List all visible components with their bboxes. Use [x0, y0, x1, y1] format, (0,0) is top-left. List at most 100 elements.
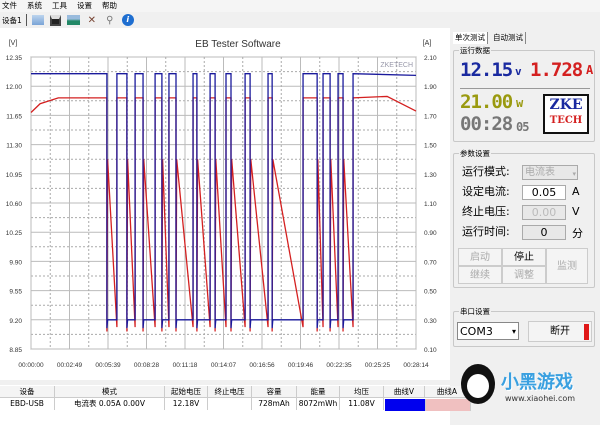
- y-tick-left: 9.90: [9, 259, 22, 266]
- y-tick-right: 1.70: [424, 113, 437, 120]
- y-tick-right: 0.10: [424, 347, 437, 354]
- mode-label: 运行模式:: [462, 165, 510, 178]
- tab-single-test[interactable]: 单次测试: [453, 32, 488, 44]
- x-tick: 00:00:00: [18, 362, 44, 369]
- mode-select[interactable]: 电流表 ▾: [522, 165, 578, 180]
- table-cell: [385, 399, 426, 411]
- menu-file[interactable]: 文件: [2, 0, 17, 12]
- column-header[interactable]: 模式: [55, 386, 165, 398]
- column-header[interactable]: 均压: [340, 386, 384, 398]
- x-tick: 00:08:28: [134, 362, 160, 369]
- x-tick: 00:22:35: [326, 362, 352, 369]
- menu-settings[interactable]: 设置: [77, 0, 92, 12]
- monitor-button[interactable]: 监测: [546, 248, 588, 284]
- continue-button[interactable]: 继续: [458, 266, 502, 284]
- y-axis-right-label: [A]: [423, 40, 432, 47]
- table-cell: 电流表 0.05A 0.00V: [55, 398, 165, 410]
- info-icon[interactable]: i: [121, 14, 135, 27]
- x-tick: 00:25:25: [365, 362, 391, 369]
- current-set-label: 设定电流:: [462, 185, 510, 198]
- tools-icon[interactable]: ✕: [85, 14, 99, 27]
- voltage-unit: v: [515, 65, 522, 78]
- params-title: 参数设置: [459, 148, 491, 159]
- watermark: 小黑游戏 www.xiaohei.com: [455, 360, 600, 425]
- current-unit-label: A: [572, 185, 580, 198]
- cutoff-input[interactable]: 0.00: [522, 205, 566, 220]
- x-tick: 00:19:46: [288, 362, 314, 369]
- time-readout: 00:28: [460, 113, 513, 135]
- chart-image-icon[interactable]: [67, 14, 81, 27]
- column-header[interactable]: 起始电压: [165, 386, 208, 398]
- y-tick-right: 0.50: [424, 289, 437, 296]
- x-tick: 00:28:14: [403, 362, 429, 369]
- y-tick-left: 12.35: [6, 55, 23, 62]
- y-tick-right: 1.10: [424, 201, 437, 208]
- runtime-label: 运行时间:: [462, 225, 510, 238]
- time-seconds: 05: [516, 120, 529, 134]
- column-header[interactable]: 终止电压: [208, 386, 252, 398]
- menu-help[interactable]: 帮助: [102, 0, 117, 12]
- serial-group: 串口设置 COM3 ▾ 断开: [453, 306, 595, 347]
- y-tick-left: 10.25: [6, 230, 23, 237]
- stop-button[interactable]: 停止: [502, 248, 546, 266]
- current-set-input[interactable]: 0.05: [522, 185, 566, 200]
- menu-bar: 文件 系统 工具 设置 帮助: [0, 0, 600, 12]
- chart-area: EB Tester Software [V] [A] ZKETECH 12.35 12.0…: [0, 28, 450, 380]
- x-tick: 00:16:56: [249, 362, 275, 369]
- y-tick-left: 9.55: [9, 289, 22, 296]
- chart-title: EB Tester Software: [195, 39, 281, 50]
- y-tick-right: 0.30: [424, 318, 437, 325]
- y-tick-left: 12.00: [6, 84, 23, 91]
- right-panel: 单次测试 自动测试 运行数据 12.15 v 1.728 A 21.00 w 0…: [450, 28, 600, 385]
- y-axis-left-label: [V]: [9, 40, 18, 47]
- zoom-icon[interactable]: ⚲: [103, 14, 117, 27]
- toolbar: 设备1 ✕ ⚲ i: [0, 12, 450, 28]
- column-header[interactable]: 设备: [0, 386, 55, 398]
- table-cell: 11.08V: [340, 398, 384, 410]
- current-readout: 1.728: [530, 59, 583, 81]
- x-tick: 00:02:49: [57, 362, 83, 369]
- x-tick: 00:05:39: [95, 362, 121, 369]
- runtime-input[interactable]: 0: [522, 225, 566, 240]
- device-label: 设备1: [2, 15, 22, 25]
- disconnect-button[interactable]: 断开: [528, 321, 592, 342]
- column-header[interactable]: 容量: [252, 386, 297, 398]
- run-data-title: 运行数据: [459, 45, 491, 56]
- x-tick: 00:14:07: [211, 362, 237, 369]
- chevron-down-icon: ▾: [572, 170, 576, 178]
- save-icon[interactable]: [49, 14, 63, 27]
- open-icon[interactable]: [31, 14, 45, 27]
- tab-auto-test[interactable]: 自动测试: [491, 32, 526, 44]
- column-header[interactable]: 能量: [297, 386, 340, 398]
- y-tick-right: 0.70: [424, 259, 437, 266]
- cutoff-label: 终止电压:: [462, 205, 510, 218]
- column-header[interactable]: 曲线V: [384, 386, 425, 398]
- table-cell: 8072mWh: [297, 398, 340, 410]
- power-unit: w: [516, 96, 523, 110]
- params-group: 参数设置 运行模式: 电流表 ▾ 设定电流: 0.05 A 终止电压: 0.00 …: [453, 148, 595, 288]
- chart-watermark: ZKETECH: [380, 62, 413, 69]
- runtime-unit-label: 分: [572, 227, 583, 240]
- adjust-button[interactable]: 调整: [502, 266, 546, 284]
- start-button[interactable]: 启动: [458, 248, 502, 266]
- y-tick-right: 0.90: [424, 230, 437, 237]
- voltage-current-chart: EB Tester Software [V] [A] ZKETECH 12.35 12.0…: [6, 39, 437, 369]
- y-tick-left: 10.60: [6, 201, 23, 208]
- table-cell: EBD-USB: [0, 398, 55, 410]
- chevron-down-icon: ▾: [511, 327, 516, 336]
- port-select[interactable]: COM3 ▾: [457, 322, 519, 340]
- y-tick-left: 11.65: [6, 113, 22, 120]
- table-cell: 728mAh: [252, 398, 297, 410]
- menu-tools[interactable]: 工具: [52, 0, 67, 12]
- serial-title: 串口设置: [459, 306, 491, 317]
- y-tick-left: 9.20: [9, 318, 22, 325]
- y-tick-right: 1.50: [424, 143, 437, 150]
- table-cell: [208, 398, 252, 410]
- menu-system[interactable]: 系统: [27, 0, 42, 12]
- connection-indicator: [584, 324, 589, 340]
- run-data-group: 运行数据 12.15 v 1.728 A 21.00 w 00:28 05 ZK…: [453, 45, 595, 142]
- y-tick-left: 8.85: [9, 347, 22, 354]
- cutoff-unit-label: V: [572, 205, 580, 218]
- y-tick-right: 1.30: [424, 172, 437, 179]
- power-readout: 21.00: [460, 91, 513, 113]
